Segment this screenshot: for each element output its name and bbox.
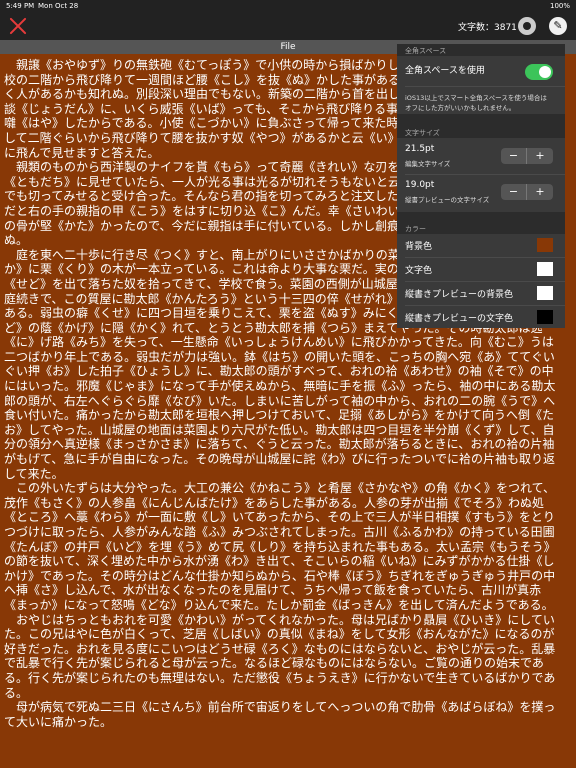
- section-color: カラー: [405, 225, 426, 233]
- divider: [405, 86, 565, 87]
- decrease-button[interactable]: −: [501, 148, 527, 164]
- status-battery: 100%: [549, 2, 570, 10]
- editor-size-stepper[interactable]: − +: [501, 148, 553, 164]
- increase-button[interactable]: +: [527, 148, 553, 164]
- paragraph: おやじはちっともおれを可愛《かわい》がってくれなかった。母は兄ばかり贔屓《ひいき…: [4, 612, 556, 700]
- status-date: Mon Oct 28: [38, 2, 79, 10]
- status-time: 5:49 PM: [6, 2, 35, 10]
- preview-background-swatch[interactable]: [537, 286, 553, 300]
- status-bar: 5:49 PM Mon Oct 28 100%: [0, 0, 576, 12]
- gear-icon[interactable]: [518, 17, 536, 35]
- section-font-size: 文字サイズ: [405, 129, 440, 137]
- settings-popover: 全角スペース 全角スペースを使用 iOS13以上でスマート全角スペースを使う場合…: [397, 44, 565, 328]
- preview-text-color-swatch[interactable]: [537, 310, 553, 324]
- fullwidth-row: 全角スペースを使用 iOS13以上でスマート全角スペースを使う場合は オフにした…: [397, 56, 565, 114]
- preview-size-value: 19.0pt: [405, 180, 435, 190]
- divider: [405, 174, 565, 175]
- char-count: 文字数：3871: [458, 23, 517, 33]
- color-row-label[interactable]: 縦書きプレビューの背景色: [405, 287, 513, 300]
- paragraph: 母が病気で死ぬ二三日《にさんち》前台所で宙返りをしてへっついの角で肋骨《あばらぼ…: [4, 700, 556, 729]
- font-size-rows: 21.5pt 編集文字サイズ − + 19.0pt 縦書プレビューの文字サイズ …: [397, 138, 565, 212]
- color-row-label[interactable]: 背景色: [405, 239, 432, 252]
- paragraph: この外いたずらは大分やった。大工の兼公《かねこう》と肴屋《さかなや》の角《かく》…: [4, 481, 556, 612]
- editor-size-value: 21.5pt: [405, 144, 435, 154]
- section-fullwidth: 全角スペース: [405, 47, 447, 55]
- editor-size-label: 編集文字サイズ: [405, 160, 451, 168]
- divider: [405, 305, 565, 306]
- decrease-button[interactable]: −: [501, 184, 527, 200]
- background-color-swatch[interactable]: [537, 238, 553, 252]
- preview-size-label: 縦書プレビューの文字サイズ: [405, 196, 490, 204]
- fullwidth-toggle-label: 全角スペースを使用: [405, 66, 485, 76]
- color-rows: 背景色 文字色 縦書きプレビューの背景色 縦書きプレビューの文字色: [397, 234, 565, 328]
- color-row-label[interactable]: 縦書きプレビューの文字色: [405, 311, 513, 324]
- divider: [405, 257, 565, 258]
- divider: [405, 281, 565, 282]
- color-row-label[interactable]: 文字色: [405, 263, 432, 276]
- fullwidth-note: iOS13以上でスマート全角スペースを使う場合は: [405, 94, 547, 102]
- toolbar: 文字数：3871 ✎: [0, 12, 576, 40]
- text-color-swatch[interactable]: [537, 262, 553, 276]
- fullwidth-toggle[interactable]: [525, 64, 553, 80]
- pen-icon[interactable]: ✎: [549, 17, 567, 35]
- close-icon[interactable]: [8, 16, 28, 36]
- increase-button[interactable]: +: [527, 184, 553, 200]
- fullwidth-note: オフにした方がいいかもしれません。: [405, 104, 516, 112]
- preview-size-stepper[interactable]: − +: [501, 184, 553, 200]
